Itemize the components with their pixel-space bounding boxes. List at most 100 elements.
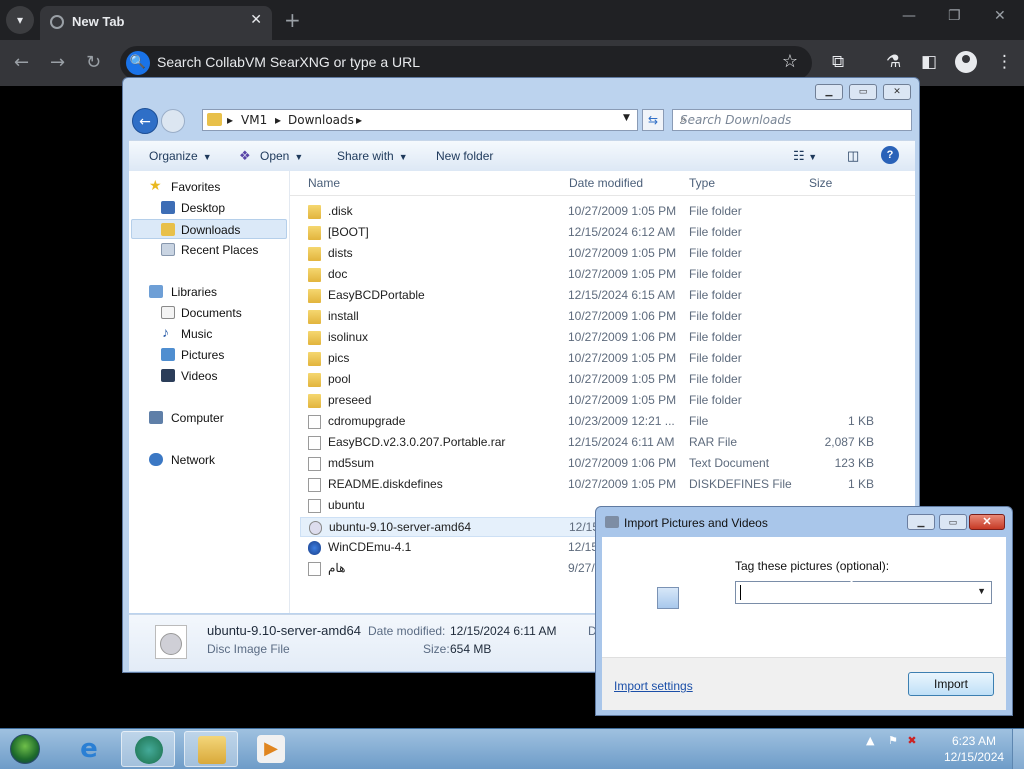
search-icon[interactable]: ⌕ — [680, 112, 906, 127]
folder-icon — [308, 205, 321, 219]
help-icon[interactable]: ? — [881, 146, 899, 164]
file-row[interactable]: isolinux 10/27/2009 1:06 PM File folder — [300, 328, 880, 348]
file-row[interactable]: .disk 10/27/2009 1:05 PM File folder — [300, 202, 880, 222]
show-hidden-icons-icon[interactable]: ▲ — [866, 734, 874, 747]
file-row[interactable]: cdromupgrade 10/23/2009 12:21 ... File 1 KB — [300, 412, 880, 432]
column-date-modified[interactable]: Date modified — [569, 176, 643, 190]
tag-label: Tag these pictures (optional): — [735, 559, 890, 573]
action-center-icon[interactable]: ⚑ — [888, 734, 898, 747]
taskbar-explorer[interactable] — [184, 731, 238, 767]
show-desktop-button[interactable] — [1012, 729, 1024, 769]
restore-button[interactable]: ❐ — [948, 8, 961, 24]
view-options-icon[interactable]: ☷ ▼ — [793, 148, 817, 164]
folder-icon — [207, 113, 222, 126]
tag-combobox[interactable]: ▼ — [735, 581, 992, 604]
browser-app-icon — [135, 736, 163, 764]
tab-close-icon[interactable]: ✕ — [250, 12, 262, 28]
nav-network[interactable]: Network — [131, 450, 287, 470]
file-row[interactable]: preseed 10/27/2009 1:05 PM File folder — [300, 391, 880, 411]
details-date-value: 12/15/2024 6:11 AM — [450, 624, 557, 638]
new-folder-button[interactable]: New folder — [436, 149, 493, 163]
search-engine-icon: 🔍 — [126, 51, 150, 75]
new-tab-button[interactable]: + — [284, 8, 301, 32]
organize-button[interactable]: Organize ▼ — [149, 149, 212, 163]
close-button[interactable]: ✕ — [994, 8, 1006, 24]
file-row[interactable]: [BOOT] 12/15/2024 6:12 AM File folder — [300, 223, 880, 243]
breadcrumb-vm1[interactable]: VM1 — [241, 113, 267, 127]
tab-title: New Tab — [72, 14, 125, 29]
nav-desktop[interactable]: Desktop — [131, 198, 287, 218]
reload-icon[interactable]: ↻ — [86, 52, 101, 73]
omnibox[interactable]: 🔍 Search CollabVM SearXNG or type a URL … — [120, 46, 812, 80]
tab-new-tab[interactable]: New Tab ✕ — [40, 6, 272, 40]
file-row[interactable]: README.diskdefines 10/27/2009 1:05 PM DISK… — [300, 475, 880, 495]
extensions-icon[interactable]: ⧉ — [832, 52, 844, 72]
nav-downloads[interactable]: Downloads — [131, 219, 287, 239]
address-bar[interactable]: ▸ VM1 ▸ Downloads ▸ ▼ — [202, 109, 638, 131]
taskbar-internet-explorer[interactable]: e — [62, 731, 116, 767]
omnibox-text[interactable]: Search CollabVM SearXNG or type a URL — [157, 54, 420, 70]
back-arrow-icon[interactable]: ← — [14, 52, 29, 73]
import-settings-link[interactable]: Import settings — [614, 679, 693, 693]
nav-libraries[interactable]: Libraries — [131, 282, 287, 302]
file-row[interactable]: pool 10/27/2009 1:05 PM File folder — [300, 370, 880, 390]
recent-places-icon — [161, 243, 175, 256]
explorer-forward-icon[interactable] — [161, 109, 185, 133]
import-footer: Import settings Import — [602, 657, 1006, 710]
import-maximize-button[interactable]: ▭ — [939, 514, 967, 530]
taskbar-media-player[interactable]: ▶ — [244, 731, 298, 767]
import-minimize-button[interactable]: ▁ — [907, 514, 935, 530]
explorer-close-button[interactable]: ✕ — [883, 84, 911, 100]
folder-icon — [308, 352, 321, 366]
labs-flask-icon[interactable]: ⚗ — [886, 52, 901, 72]
file-icon — [308, 541, 321, 555]
text-caret — [740, 585, 741, 600]
explorer-back-icon[interactable]: ← — [132, 108, 158, 134]
start-button[interactable] — [4, 731, 46, 767]
column-headers: Name Date modified Type Size — [290, 171, 915, 196]
column-size[interactable]: Size — [809, 176, 832, 190]
share-with-button[interactable]: Share with ▼ — [337, 149, 408, 163]
nav-recent-places[interactable]: Recent Places — [131, 240, 287, 260]
nav-computer[interactable]: Computer — [131, 408, 287, 428]
refresh-icon[interactable]: ⇆ — [642, 109, 664, 131]
open-button[interactable]: Open ▼ — [260, 149, 303, 163]
network-offline-icon[interactable]: ✖ — [907, 734, 916, 747]
bookmark-star-icon[interactable]: ☆ — [782, 51, 798, 72]
taskbar-chrome[interactable] — [121, 731, 175, 767]
file-row[interactable]: install 10/27/2009 1:06 PM File folder — [300, 307, 880, 327]
file-type: File folder — [689, 288, 742, 302]
forward-arrow-icon[interactable]: → — [50, 52, 65, 73]
breadcrumb-downloads[interactable]: Downloads — [288, 113, 354, 127]
nav-favorites[interactable]: ★ Favorites — [131, 177, 287, 197]
nav-videos[interactable]: Videos — [131, 366, 287, 386]
file-row[interactable]: pics 10/27/2009 1:05 PM File folder — [300, 349, 880, 369]
address-dropdown-icon[interactable]: ▼ — [623, 113, 630, 123]
import-button[interactable]: Import — [908, 672, 994, 696]
import-close-button[interactable]: ✕ — [969, 514, 1005, 530]
file-type: File folder — [689, 246, 742, 260]
explorer-maximize-button[interactable]: ▭ — [849, 84, 877, 100]
tab-search-button[interactable]: ▾ — [6, 6, 34, 34]
preview-pane-icon[interactable]: ◫ — [847, 148, 859, 164]
search-input[interactable]: Search Downloads ⌕ — [672, 109, 912, 131]
import-body: Tag these pictures (optional): ▼ — [602, 537, 1006, 657]
column-name[interactable]: Name — [308, 176, 340, 190]
file-row[interactable]: md5sum 10/27/2009 1:06 PM Text Document 123… — [300, 454, 880, 474]
file-row[interactable]: EasyBCD.v2.3.0.207.Portable.rar 12/15/202… — [300, 433, 880, 453]
file-row[interactable]: dists 10/27/2009 1:05 PM File folder — [300, 244, 880, 264]
explorer-minimize-button[interactable]: ▁ — [815, 84, 843, 100]
chevron-down-icon[interactable]: ▼ — [977, 586, 986, 596]
nav-pictures[interactable]: Pictures — [131, 345, 287, 365]
more-menu-icon[interactable]: ⋮ — [996, 52, 1013, 72]
profile-avatar-icon[interactable] — [955, 51, 977, 73]
side-panel-icon[interactable]: ◧ — [921, 52, 937, 72]
file-row[interactable]: doc 10/27/2009 1:05 PM File folder — [300, 265, 880, 285]
nav-music[interactable]: ♪ Music — [131, 324, 287, 344]
clock[interactable]: 6:23 AM 12/15/2024 — [944, 733, 1004, 765]
file-row[interactable]: EasyBCDPortable 12/15/2024 6:15 AM File fo… — [300, 286, 880, 306]
column-type[interactable]: Type — [689, 176, 715, 190]
minimize-button[interactable]: — — [902, 8, 916, 24]
nav-documents[interactable]: Documents — [131, 303, 287, 323]
file-name: isolinux — [328, 330, 369, 344]
